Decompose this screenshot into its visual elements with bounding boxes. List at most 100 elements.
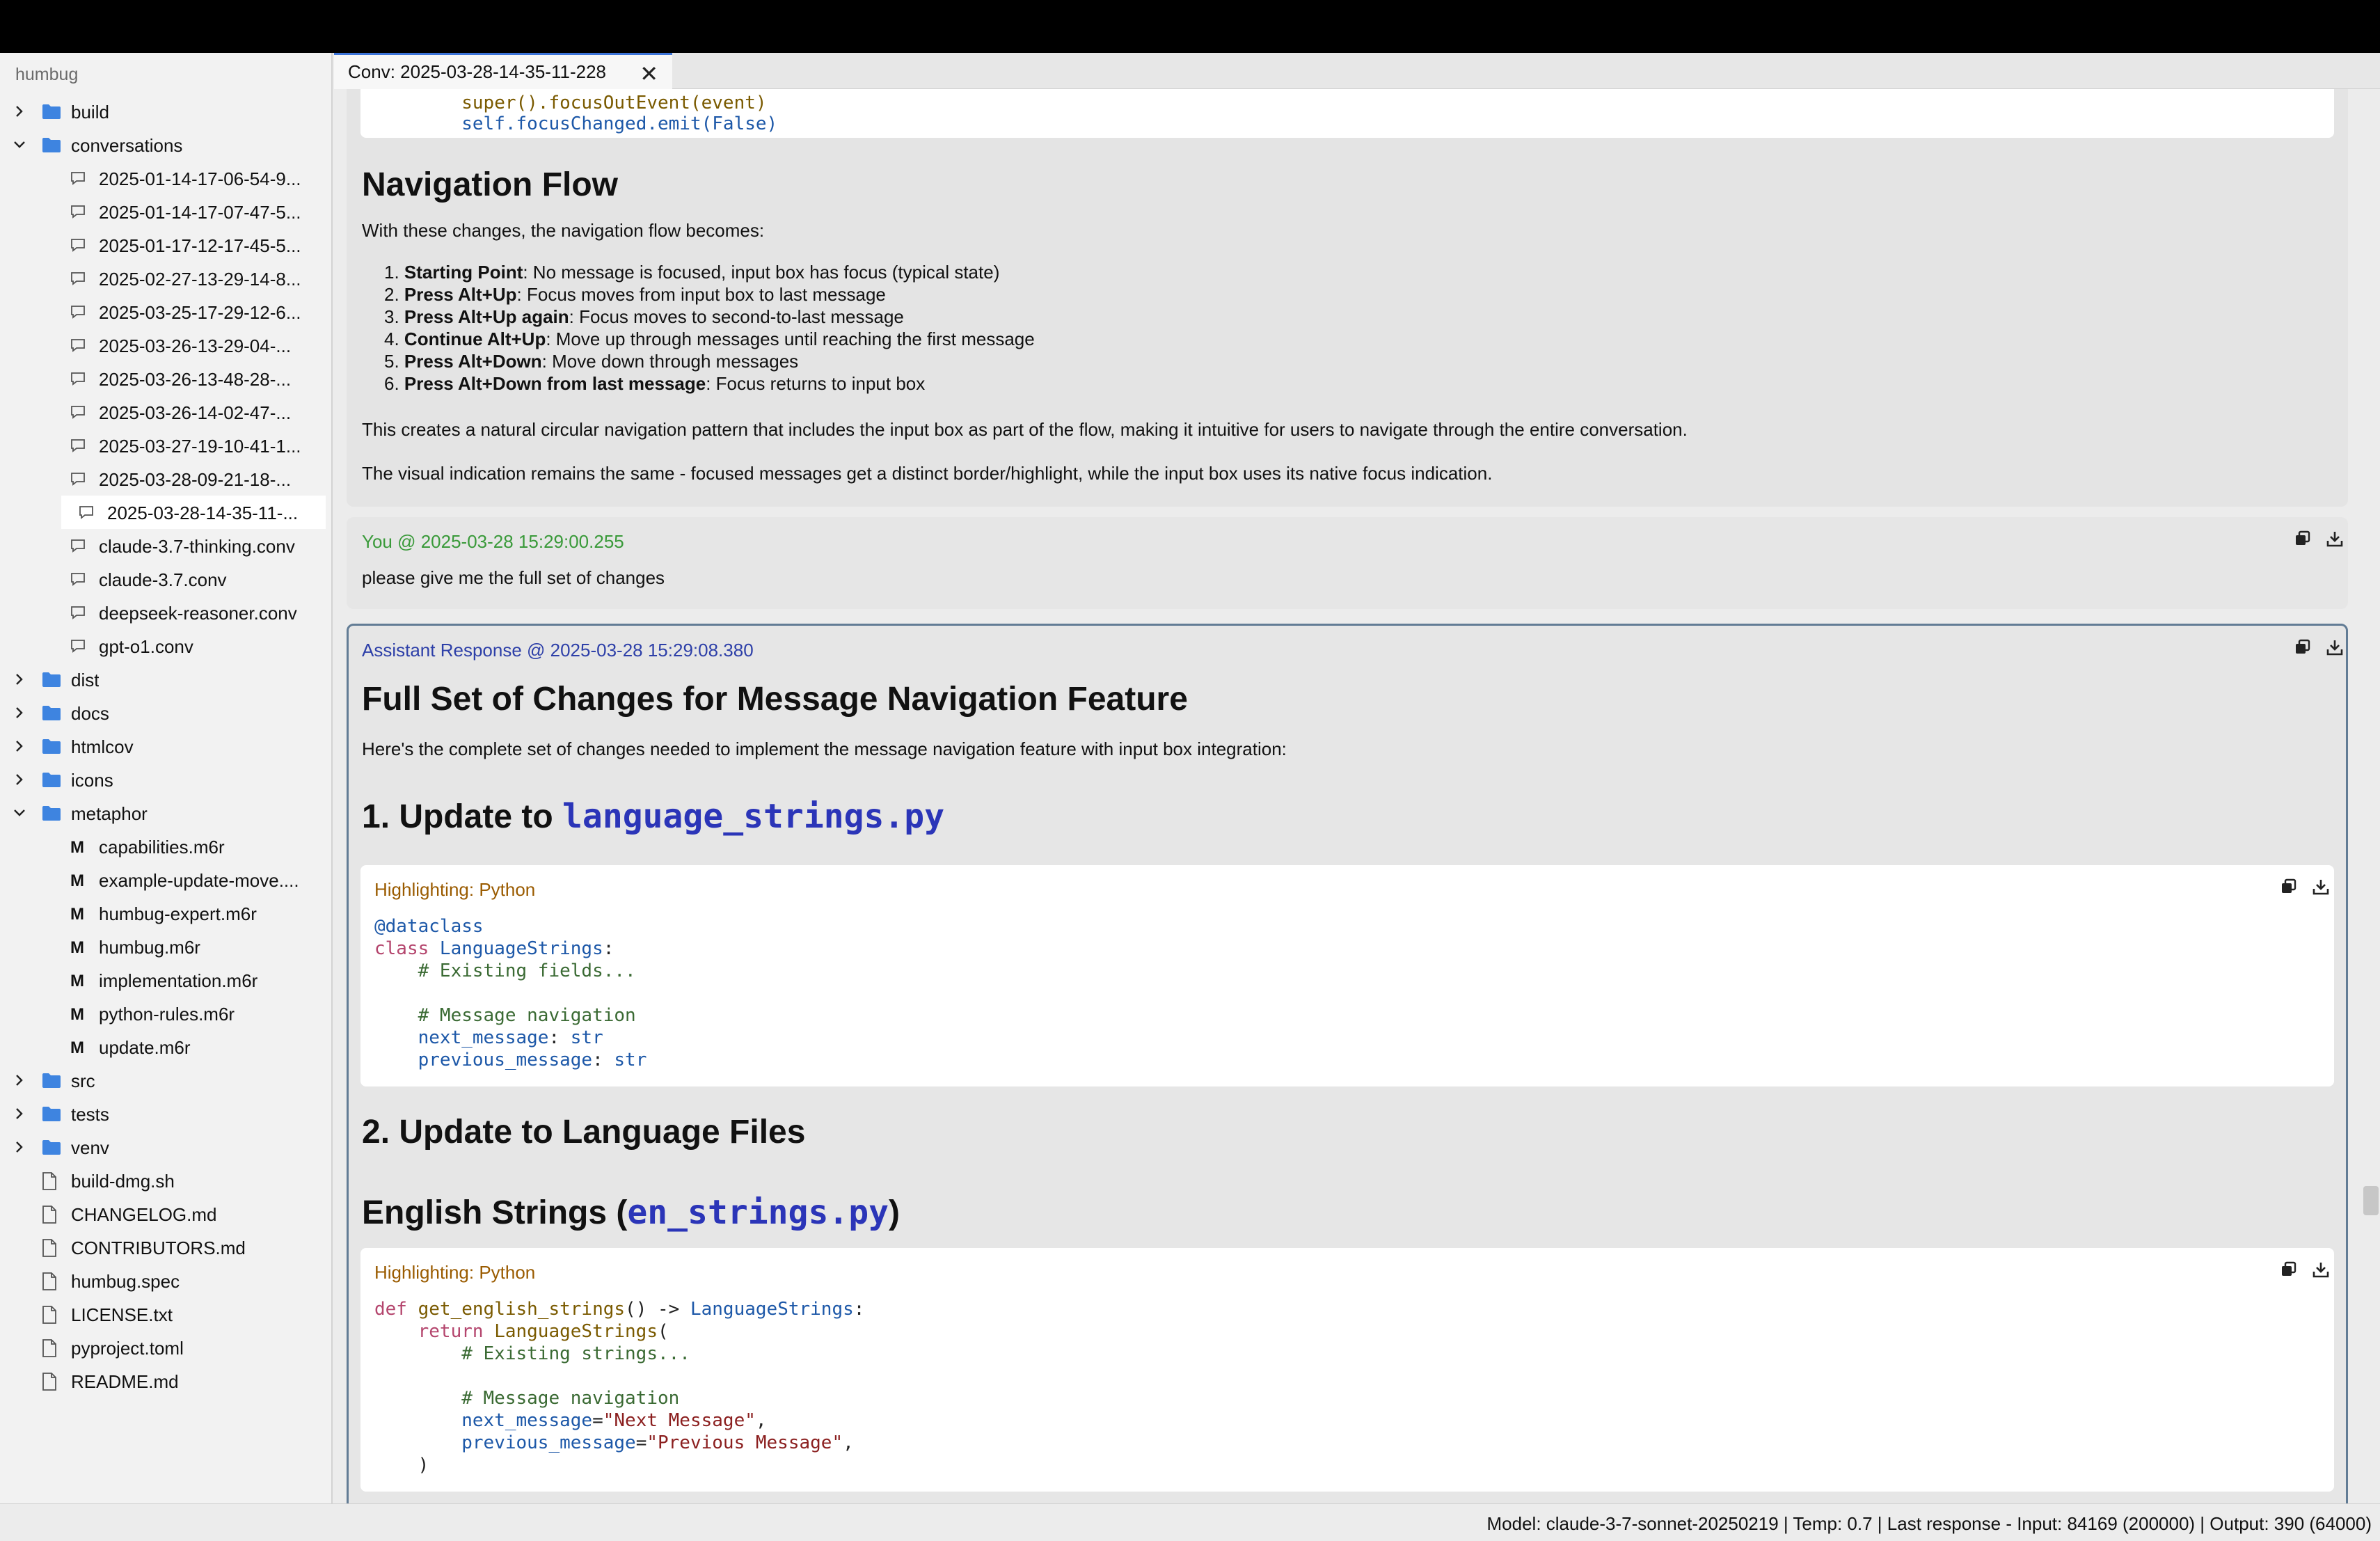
copy-icon[interactable]	[2280, 1261, 2298, 1279]
tree-file[interactable]: 2025-02-27-13-29-14-8...	[0, 262, 331, 295]
folder-icon	[42, 671, 61, 688]
tree-folder[interactable]: venv	[0, 1130, 331, 1164]
metaphor-file-icon: M	[70, 838, 89, 857]
tree-file[interactable]: 2025-01-14-17-07-47-5...	[0, 195, 331, 228]
tree-file[interactable]: 2025-03-28-14-35-11-...	[61, 496, 326, 529]
tree-file[interactable]: 2025-01-17-12-17-45-5...	[0, 228, 331, 262]
tree-file[interactable]: 2025-03-26-13-48-28-...	[0, 362, 331, 395]
tree-file[interactable]: Mhumbug.m6r	[0, 930, 331, 963]
tree-file[interactable]: Mexample-update-move....	[0, 863, 331, 896]
tree-file[interactable]: LICENSE.txt	[0, 1297, 331, 1331]
chevron-right-icon[interactable]	[11, 103, 28, 120]
tree-file[interactable]: 2025-03-27-19-10-41-1...	[0, 429, 331, 462]
paragraph: The visual indication remains the same -…	[362, 463, 1493, 484]
metaphor-file-icon: M	[70, 871, 89, 890]
chevron-right-icon[interactable]	[11, 1105, 28, 1122]
chevron-right-icon[interactable]	[11, 704, 28, 721]
tree-item-label: build-dmg.sh	[71, 1171, 175, 1192]
save-icon[interactable]	[2312, 1261, 2330, 1279]
tree-folder[interactable]: src	[0, 1064, 331, 1097]
tree-file[interactable]: Mhumbug-expert.m6r	[0, 896, 331, 930]
tree-file[interactable]: pyproject.toml	[0, 1331, 331, 1364]
tree-folder[interactable]: dist	[0, 663, 331, 696]
user-message: You @ 2025-03-28 15:29:00.255 please giv…	[347, 517, 2348, 609]
svg-text:M: M	[70, 938, 84, 955]
message-text: please give me the full set of changes	[362, 567, 665, 588]
tree-folder[interactable]: tests	[0, 1097, 331, 1130]
code-line: next_message="Next Message",	[461, 1410, 767, 1431]
tree-folder[interactable]: conversations	[0, 128, 331, 161]
conversation-view[interactable]: super().focusOutEvent(event) self.focusC…	[334, 89, 2359, 1503]
svg-text:M: M	[70, 1005, 84, 1022]
vertical-scrollbar-thumb[interactable]	[2363, 1186, 2379, 1215]
list-item: 5. Press Alt+Down: Move down through mes…	[384, 351, 799, 372]
save-icon[interactable]	[2326, 638, 2344, 656]
tree-item-label: LICENSE.txt	[71, 1304, 173, 1325]
tree-folder[interactable]: build	[0, 95, 331, 128]
tree-file[interactable]: Mupdate.m6r	[0, 1030, 331, 1064]
status-bar: Model: claude-3-7-sonnet-20250219 | Temp…	[0, 1503, 2380, 1541]
tree-file[interactable]: 2025-03-26-14-02-47-...	[0, 395, 331, 429]
chevron-down-icon[interactable]	[11, 136, 28, 153]
tree-file[interactable]: CHANGELOG.md	[0, 1197, 331, 1231]
tree-file[interactable]: 2025-03-25-17-29-12-6...	[0, 295, 331, 329]
folder-icon	[42, 805, 61, 821]
file-icon	[42, 1206, 61, 1224]
tree-item-label: gpt-o1.conv	[99, 636, 193, 657]
code-line: # Existing strings...	[374, 1343, 690, 1364]
close-tab-icon[interactable]: ✕	[640, 61, 658, 87]
tree-item-label: pyproject.toml	[71, 1338, 184, 1359]
file-icon	[42, 1306, 61, 1324]
tree-file[interactable]: CONTRIBUTORS.md	[0, 1231, 331, 1264]
tree-item-label: python-rules.m6r	[99, 1004, 235, 1025]
tree-item-label: README.md	[71, 1371, 179, 1392]
chevron-right-icon[interactable]	[11, 671, 28, 688]
code-line: super().focusOutEvent(event)	[461, 93, 767, 113]
tree-file[interactable]: claude-3.7.conv	[0, 562, 331, 596]
tree-item-label: dist	[71, 670, 100, 690]
tree-item-label: implementation.m6r	[99, 970, 258, 991]
tree-folder[interactable]: docs	[0, 696, 331, 729]
tree-file[interactable]: 2025-03-28-09-21-18-...	[0, 462, 331, 496]
code-line: self.focusChanged.emit(False)	[461, 113, 778, 134]
tree-item-label: tests	[71, 1104, 109, 1125]
metaphor-file-icon: M	[70, 972, 89, 990]
copy-icon[interactable]	[2280, 878, 2298, 896]
file-icon	[42, 1239, 61, 1257]
message-header: Assistant Response @ 2025-03-28 15:29:08…	[362, 640, 754, 661]
list-item: 6. Press Alt+Down from last message: Foc…	[384, 373, 926, 394]
chevron-right-icon[interactable]	[11, 1072, 28, 1089]
tree-folder[interactable]: icons	[0, 763, 331, 796]
save-icon[interactable]	[2326, 530, 2344, 548]
tree-item-label: 2025-02-27-13-29-14-8...	[99, 269, 301, 290]
code-block: Highlighting: Python @dataclass class Lan…	[360, 865, 2334, 1086]
conversation-icon	[70, 471, 89, 487]
tree-file[interactable]: claude-3.7-thinking.conv	[0, 529, 331, 562]
tree-file[interactable]: 2025-01-14-17-06-54-9...	[0, 161, 331, 195]
tab-conversation[interactable]: Conv: 2025-03-28-14-35-11-228 ✕	[334, 53, 672, 89]
tree-item-label: conversations	[71, 135, 183, 156]
tree-file[interactable]: deepseek-reasoner.conv	[0, 596, 331, 629]
chevron-right-icon[interactable]	[11, 738, 28, 754]
tree-file[interactable]: README.md	[0, 1364, 331, 1398]
tree-file[interactable]: humbug.spec	[0, 1264, 331, 1297]
tree-file[interactable]: gpt-o1.conv	[0, 629, 331, 663]
section-heading: Navigation Flow	[362, 166, 619, 203]
tree-file[interactable]: 2025-03-26-13-29-04-...	[0, 329, 331, 362]
code-line: previous_message: str	[418, 1050, 647, 1070]
save-icon[interactable]	[2312, 878, 2330, 896]
tree-item-label: docs	[71, 703, 109, 724]
svg-text:M: M	[70, 905, 84, 922]
tree-folder[interactable]: metaphor	[0, 796, 331, 830]
copy-icon[interactable]	[2294, 530, 2312, 548]
tree-file[interactable]: build-dmg.sh	[0, 1164, 331, 1197]
chevron-down-icon[interactable]	[11, 805, 28, 821]
chevron-right-icon[interactable]	[11, 771, 28, 788]
copy-icon[interactable]	[2294, 638, 2312, 656]
tree-file[interactable]: Mimplementation.m6r	[0, 963, 331, 997]
tree-file[interactable]: Mcapabilities.m6r	[0, 830, 331, 863]
tree-folder[interactable]: htmlcov	[0, 729, 331, 763]
tree-item-label: 2025-03-25-17-29-12-6...	[99, 302, 301, 323]
chevron-right-icon[interactable]	[11, 1139, 28, 1155]
tree-file[interactable]: Mpython-rules.m6r	[0, 997, 331, 1030]
